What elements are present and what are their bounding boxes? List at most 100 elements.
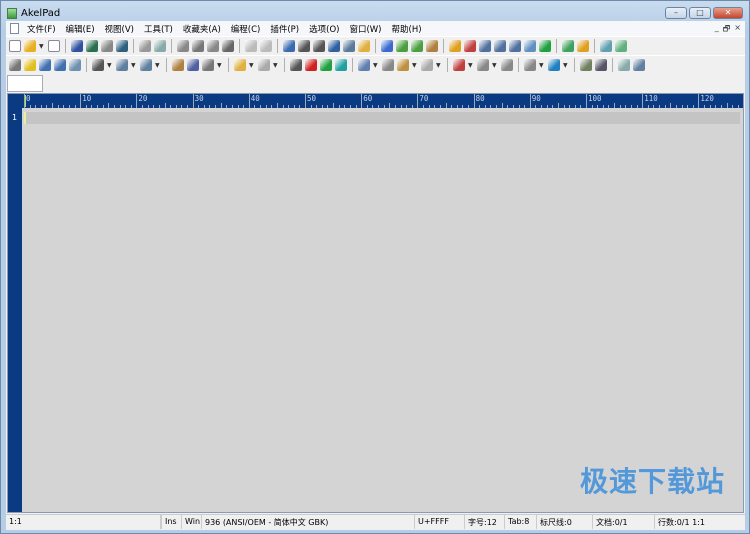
dropdown-arrow-icon[interactable]: ▼ <box>539 62 545 69</box>
menu-item-3[interactable]: 工具(T) <box>139 23 178 35</box>
maximize-button[interactable]: □ <box>689 7 711 19</box>
find-next-icon[interactable] <box>298 40 310 52</box>
mdi-minimize-button[interactable]: _ <box>715 23 719 37</box>
save-as-icon[interactable] <box>86 40 98 52</box>
copy-icon[interactable] <box>192 40 204 52</box>
new-file-icon[interactable] <box>9 40 21 52</box>
menu-item-7[interactable]: 选项(O) <box>304 23 344 35</box>
shield-icon[interactable] <box>595 59 607 71</box>
insert-icon[interactable] <box>464 40 476 52</box>
lock-icon[interactable] <box>449 40 461 52</box>
font-decrease-icon[interactable] <box>411 40 423 52</box>
replace-icon[interactable] <box>328 40 340 52</box>
fullscreen-icon[interactable] <box>633 59 645 71</box>
keyboard-icon[interactable] <box>524 59 536 71</box>
split-vertical-icon[interactable] <box>494 40 506 52</box>
menu-item-1[interactable]: 编辑(E) <box>61 23 100 35</box>
sort-icon[interactable] <box>9 59 21 71</box>
dropdown-arrow-icon[interactable]: ▼ <box>39 43 45 50</box>
wrap-box-icon[interactable] <box>92 59 104 71</box>
status-codepage[interactable]: 936 (ANSI/OEM - 简体中文 GBK) <box>202 515 415 529</box>
note-icon[interactable] <box>580 59 592 71</box>
compare-icon[interactable] <box>382 59 394 71</box>
status-newline[interactable]: Win <box>182 515 202 529</box>
open-file-icon[interactable] <box>24 40 36 52</box>
print-preview-icon[interactable] <box>48 40 60 52</box>
cut-icon[interactable] <box>177 40 189 52</box>
clip-icon[interactable] <box>477 59 489 71</box>
play-all-icon[interactable] <box>335 59 347 71</box>
panel-icon[interactable] <box>548 59 560 71</box>
refresh-icon[interactable] <box>54 59 66 71</box>
copy-doc-icon[interactable] <box>172 59 184 71</box>
find-icon[interactable] <box>283 40 295 52</box>
color-icon[interactable] <box>426 40 438 52</box>
print-icon[interactable] <box>139 40 151 52</box>
save-icon[interactable] <box>71 40 83 52</box>
folder-icon[interactable] <box>234 59 246 71</box>
sort-az-icon[interactable] <box>453 59 465 71</box>
paragraph-icon[interactable] <box>116 59 128 71</box>
settings-icon[interactable] <box>562 40 574 52</box>
pin-icon[interactable] <box>524 40 536 52</box>
status-insert-mode[interactable]: Ins <box>162 515 182 529</box>
split-horizontal-icon[interactable] <box>509 40 521 52</box>
dropdown-arrow-icon[interactable]: ▼ <box>468 62 474 69</box>
record-icon[interactable] <box>290 59 302 71</box>
play-icon[interactable] <box>320 59 332 71</box>
dropdown-arrow-icon[interactable]: ▼ <box>107 62 113 69</box>
paste-icon[interactable] <box>207 40 219 52</box>
goto-icon[interactable] <box>343 40 355 52</box>
mdi-restore-button[interactable]: 🗗 <box>723 23 731 37</box>
undo-icon[interactable] <box>245 40 257 52</box>
menu-item-2[interactable]: 视图(V) <box>100 23 139 35</box>
editor[interactable]: 0 10 20 30 40 50 60 70 80 90 100 110 120 1 极速下载站 <box>7 93 744 513</box>
view-box-icon[interactable] <box>140 59 152 71</box>
tree-icon[interactable] <box>69 59 81 71</box>
menu-item-5[interactable]: 编程(C) <box>226 23 266 35</box>
dropdown-arrow-icon[interactable]: ▼ <box>373 62 379 69</box>
menu-item-4[interactable]: 收藏夹(A) <box>178 23 226 35</box>
redo-icon[interactable] <box>260 40 272 52</box>
menu-item-0[interactable]: 文件(F) <box>22 23 61 35</box>
window-icon[interactable] <box>600 40 612 52</box>
font-increase-icon[interactable] <box>396 40 408 52</box>
dropdown-arrow-icon[interactable]: ▼ <box>249 62 255 69</box>
close-file-icon[interactable] <box>116 40 128 52</box>
menu-item-6[interactable]: 插件(P) <box>265 23 304 35</box>
plugin-icon[interactable] <box>577 40 589 52</box>
mdi-close-button[interactable]: × <box>734 23 741 37</box>
code-icon[interactable] <box>39 59 51 71</box>
blank-doc-icon[interactable] <box>618 59 630 71</box>
zoom-icon[interactable] <box>202 59 214 71</box>
bulb-icon[interactable] <box>24 59 36 71</box>
dropdown-arrow-icon[interactable]: ▼ <box>492 62 498 69</box>
doc-lock-icon[interactable] <box>397 59 409 71</box>
dropdown-arrow-icon[interactable]: ▼ <box>412 62 418 69</box>
preview-icon[interactable] <box>154 40 166 52</box>
find-prev-icon[interactable] <box>313 40 325 52</box>
font-icon[interactable] <box>381 40 393 52</box>
minimize-button[interactable]: – <box>665 7 687 19</box>
dropdown-arrow-icon[interactable]: ▼ <box>217 62 223 69</box>
save-all-icon[interactable] <box>101 40 113 52</box>
script-icon[interactable] <box>358 59 370 71</box>
menu-item-8[interactable]: 窗口(W) <box>344 23 386 35</box>
delete-icon[interactable] <box>222 40 234 52</box>
dropdown-arrow-icon[interactable]: ▼ <box>436 62 442 69</box>
dropdown-arrow-icon[interactable]: ▼ <box>131 62 137 69</box>
menu-item-9[interactable]: 帮助(H) <box>387 23 427 35</box>
page-icon[interactable] <box>421 59 433 71</box>
dropdown-arrow-icon[interactable]: ▼ <box>273 62 279 69</box>
stop-icon[interactable] <box>305 59 317 71</box>
save-doc-icon[interactable] <box>187 59 199 71</box>
close-button[interactable]: ✕ <box>713 7 743 19</box>
document-tab[interactable] <box>7 75 43 92</box>
dropdown-arrow-icon[interactable]: ▼ <box>155 62 161 69</box>
dropdown-arrow-icon[interactable]: ▼ <box>563 62 569 69</box>
layout-icon[interactable] <box>258 59 270 71</box>
text-icon[interactable] <box>501 59 513 71</box>
run-icon[interactable] <box>539 40 551 52</box>
document-icon[interactable] <box>10 23 19 34</box>
clipboard-icon[interactable] <box>358 40 370 52</box>
